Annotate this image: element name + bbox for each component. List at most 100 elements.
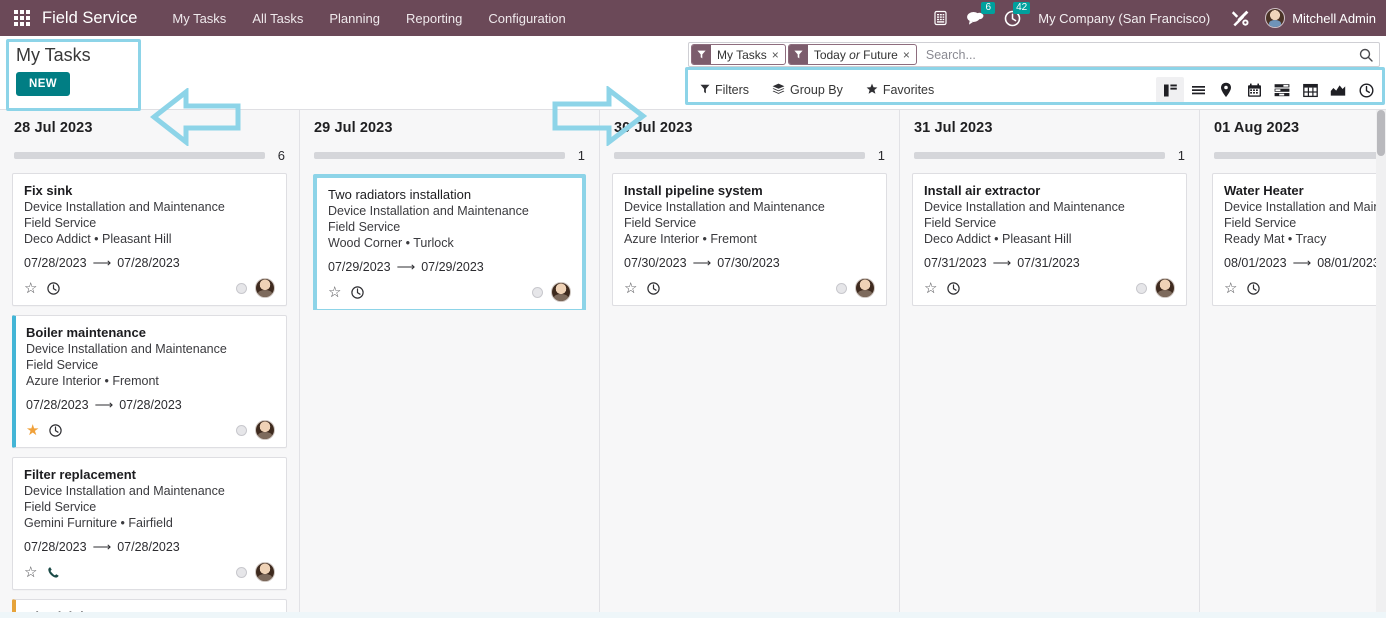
group-by-label: Group By [790,83,843,97]
card-project: Device Installation and Maintenance [26,342,227,356]
star-icon[interactable]: ☆ [24,281,37,296]
avatar[interactable] [551,282,571,302]
pivot-view-icon[interactable] [1296,77,1324,103]
kanban-column-title[interactable]: 31 Jul 2023 [914,120,1185,136]
kanban-column: 28 Jul 2023 6 Fix sink Device Installati… [0,110,300,618]
close-icon[interactable]: × [772,49,785,61]
star-icon[interactable]: ★ [26,423,39,438]
kanban-card[interactable]: Water Heater Device Installation and Mai… [1212,173,1386,306]
kanban-column-title[interactable]: 28 Jul 2023 [14,120,285,136]
arrow-right-icon: ⟶ [92,255,112,270]
card-footer: ☆ [924,278,1175,298]
clock-icon[interactable] [647,281,661,295]
kanban-column-count: 1 [1177,148,1185,163]
kanban-card[interactable]: Boiler maintenance Device Installation a… [12,315,287,448]
phone-icon[interactable] [47,566,60,579]
progress-bar[interactable] [314,152,565,159]
kanban-state-dot[interactable] [836,282,847,294]
vertical-scrollbar[interactable] [1376,110,1386,618]
user-menu[interactable]: Mitchell Admin [1259,8,1376,28]
menu-item-configuration[interactable]: Configuration [475,3,578,34]
scrollbar-thumb[interactable] [1377,110,1385,156]
star-icon[interactable]: ☆ [624,281,637,296]
kanban-card[interactable]: Install air extractor Device Installatio… [912,173,1187,306]
new-button[interactable]: NEW [16,72,71,96]
kanban-column-progress: 6 [14,148,285,163]
phone-keypad-icon[interactable] [924,6,957,30]
avatar[interactable] [255,278,275,298]
star-icon[interactable]: ☆ [328,285,341,300]
search-facet-my-tasks[interactable]: My Tasks × [691,44,786,65]
user-name: Mitchell Admin [1292,10,1376,26]
avatar[interactable] [255,562,275,582]
kanban-column-title[interactable]: 29 Jul 2023 [314,120,585,136]
kanban-state-dot[interactable] [532,286,543,298]
card-date-end: 07/29/2023 [421,260,484,274]
star-icon[interactable]: ☆ [924,281,937,296]
search-input-wrapper[interactable] [917,46,1359,64]
close-icon[interactable]: × [903,49,916,61]
kanban-state-dot[interactable] [1136,282,1147,294]
card-project: Device Installation and Maintenance [328,204,529,218]
avatar[interactable] [855,278,875,298]
map-view-icon[interactable] [1212,77,1240,103]
progress-bar[interactable] [1214,152,1386,159]
star-icon[interactable]: ☆ [1224,281,1237,296]
kanban-card[interactable]: Two radiators installation Device Instal… [313,174,586,310]
search-facet-today-or-future[interactable]: Today or Future × [787,44,917,65]
wrench-screwdriver-icon[interactable] [1222,5,1259,31]
kanban-column-body: Water Heater Device Installation and Mai… [1212,173,1386,306]
arrow-right-icon: ⟶ [692,255,712,270]
messages-counter[interactable]: 6 [957,2,996,30]
progress-bar[interactable] [14,152,265,159]
apps-grid-icon[interactable] [14,10,30,26]
menu-item-my-tasks[interactable]: My Tasks [159,3,239,34]
kanban-state-dot[interactable] [236,566,247,578]
group-by-dropdown[interactable]: Group By [770,79,854,102]
kanban-column: 31 Jul 2023 1 Install air extractor Devi… [900,110,1200,618]
company-selector[interactable]: My Company (San Francisco) [1030,11,1222,26]
app-brand-title[interactable]: Field Service [42,9,137,28]
avatar[interactable] [255,420,275,440]
menu-item-all-tasks[interactable]: All Tasks [239,3,316,34]
progress-bar[interactable] [914,152,1165,159]
activities-counter[interactable]: 42 [995,1,1031,31]
clock-icon[interactable] [47,281,61,295]
search-icon[interactable] [1359,48,1373,62]
top-navbar: Field Service My Tasks All Tasks Plannin… [0,0,1386,36]
kanban-card[interactable]: Install pipeline system Device Installat… [612,173,887,306]
menu-item-reporting[interactable]: Reporting [393,3,475,34]
activity-view-icon[interactable] [1352,77,1380,103]
search-input[interactable] [923,46,1359,63]
card-customer: Gemini Furniture • Fairfield [24,516,173,530]
kanban-card[interactable]: Fix sink Device Installation and Mainten… [12,173,287,306]
clock-icon[interactable] [1247,281,1261,295]
kanban-state-dot[interactable] [236,282,247,294]
star-icon[interactable]: ☆ [24,565,37,580]
gantt-view-icon[interactable] [1268,77,1296,103]
kanban-column-title[interactable]: 01 Aug 2023 [1214,120,1386,136]
clock-icon[interactable] [351,285,365,299]
filters-dropdown[interactable]: Filters [698,79,760,101]
card-date-end: 08/01/2023 [1317,256,1380,270]
card-customer: Azure Interior • Fremont [26,374,159,388]
list-view-icon[interactable] [1184,77,1212,103]
kanban-column-title[interactable]: 30 Jul 2023 [614,120,885,136]
kanban-state-dot[interactable] [236,424,247,436]
favorites-dropdown[interactable]: Favorites [864,79,945,102]
progress-bar[interactable] [614,152,865,159]
calendar-view-icon[interactable] [1240,77,1268,103]
kanban-board: 28 Jul 2023 6 Fix sink Device Installati… [0,110,1386,618]
kanban-view-icon[interactable] [1156,77,1184,103]
graph-view-icon[interactable] [1324,77,1352,103]
kanban-card[interactable]: Filter replacement Device Installation a… [12,457,287,590]
search-bar[interactable]: My Tasks × Today or Future × [688,42,1380,67]
card-date-range: 07/28/2023 ⟶ 07/28/2023 [24,539,275,555]
clock-icon[interactable] [49,423,63,437]
kanban-column-count: 6 [277,148,285,163]
kanban-column-count: 1 [877,148,885,163]
clock-icon[interactable] [947,281,961,295]
menu-item-planning[interactable]: Planning [316,3,393,34]
avatar[interactable] [1155,278,1175,298]
kanban-column-header: 30 Jul 2023 1 [612,110,887,163]
